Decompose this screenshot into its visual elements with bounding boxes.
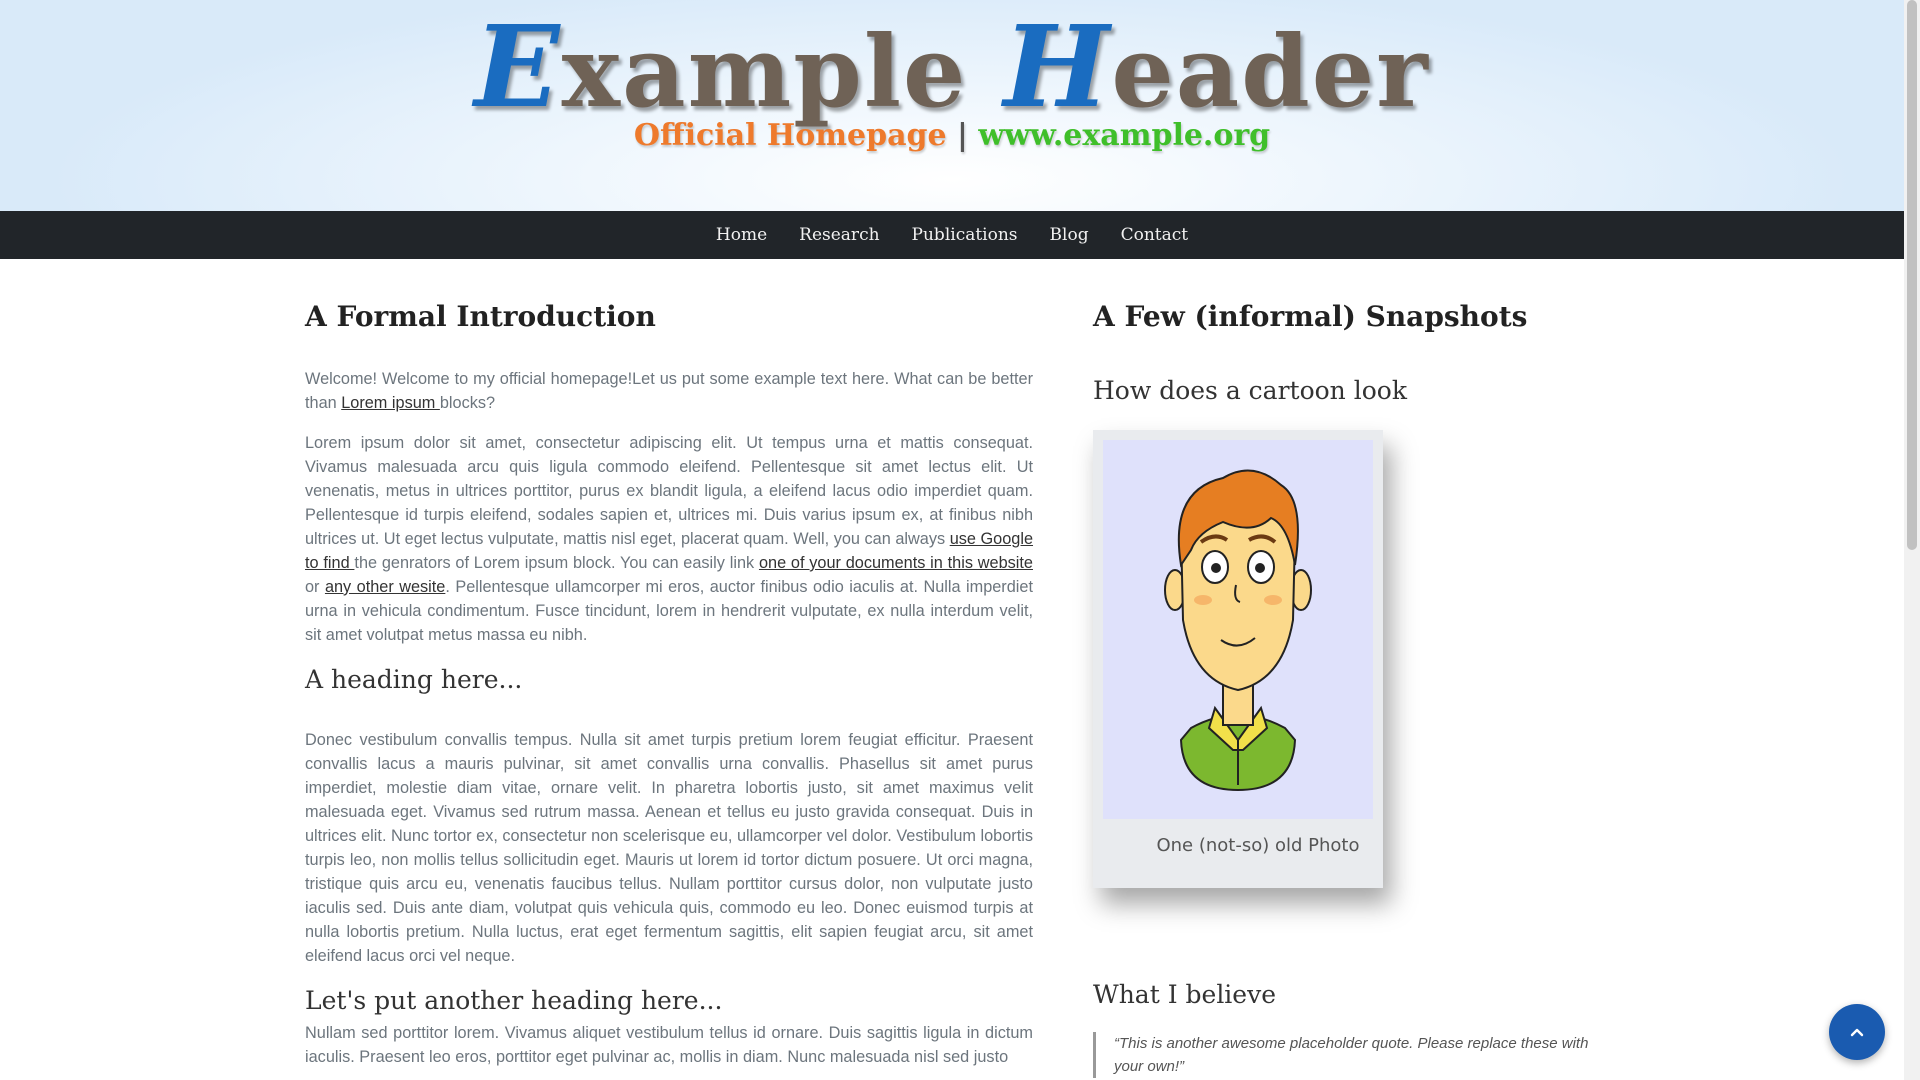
main-navbar: Home Research Publications Blog Contact [0, 211, 1904, 259]
other-website-link[interactable]: any other wesite [325, 578, 445, 596]
belief-quote: “This is another awesome placeholder quo… [1093, 1032, 1604, 1078]
lorem-text-a: Lorem ipsum dolor sit amet, consectetur … [305, 434, 1033, 548]
page-scrollbar[interactable] [1904, 0, 1920, 1080]
chevron-up-icon [1850, 1028, 1864, 1037]
nav-item-research[interactable]: Research [799, 225, 879, 245]
nav-item-publications[interactable]: Publications [912, 225, 1018, 245]
lorem-paragraph: Lorem ipsum dolor sit amet, consectetur … [305, 431, 1033, 647]
site-title-initial-1: E [474, 2, 562, 133]
photo-caption: One (not-so) old Photo [1156, 835, 1360, 856]
site-title-initial-2: H [1003, 2, 1112, 133]
cartoon-avatar-image [1164, 469, 1312, 792]
intro-paragraph: Welcome! Welcome to my official homepage… [305, 367, 1033, 415]
header-banner: Example Header Official Homepage | www.e… [0, 0, 1904, 211]
subtitle-url: www.example.org [978, 118, 1271, 153]
heading-here: A heading here... [305, 665, 523, 694]
site-title: Example Header [0, 2, 1904, 133]
site-title-part-1: xample [561, 15, 1004, 130]
nav-item-blog[interactable]: Blog [1050, 225, 1089, 245]
documents-link[interactable]: one of your documents in this website [759, 554, 1033, 572]
nullam-paragraph: Nullam sed porttitor lorem. Vivamus aliq… [305, 1024, 1033, 1066]
subtitle-separator: | [957, 118, 968, 153]
lorem-text-c: or [305, 578, 325, 596]
snapshots-title: A Few (informal) Snapshots [1093, 300, 1528, 333]
back-to-top-button[interactable] [1829, 1004, 1885, 1060]
intro-tail: blocks? [439, 394, 496, 412]
lorem-ipsum-link[interactable]: Lorem ipsum [341, 394, 440, 412]
site-title-part-2: eader [1111, 15, 1430, 130]
snapshots-column: A Few (informal) Snapshots How does a ca… [1093, 300, 1593, 1078]
subtitle-official-homepage: Official Homepage [633, 118, 947, 153]
cartoon-photo [1103, 440, 1373, 819]
nav-item-home[interactable]: Home [716, 225, 767, 245]
site-subtitle: Official Homepage | www.example.org [0, 118, 1904, 153]
cartoon-heading: How does a cartoon look [1093, 376, 1407, 405]
intro-title: A Formal Introduction [305, 300, 656, 333]
lorem-text-b: the genrators of Lorem ipsum block. You … [354, 554, 759, 572]
scrollbar-thumb[interactable] [1907, 0, 1917, 550]
believe-heading: What I believe [1093, 980, 1277, 1009]
intro-column: A Formal Introduction Welcome! Welcome t… [305, 300, 1033, 1069]
nav-item-contact[interactable]: Contact [1121, 225, 1189, 245]
photo-card: One (not-so) old Photo [1093, 430, 1383, 888]
another-heading: Let's put another heading here... [305, 986, 723, 1015]
donec-paragraph: Donec vestibulum convallis tempus. Nulla… [305, 731, 1033, 965]
